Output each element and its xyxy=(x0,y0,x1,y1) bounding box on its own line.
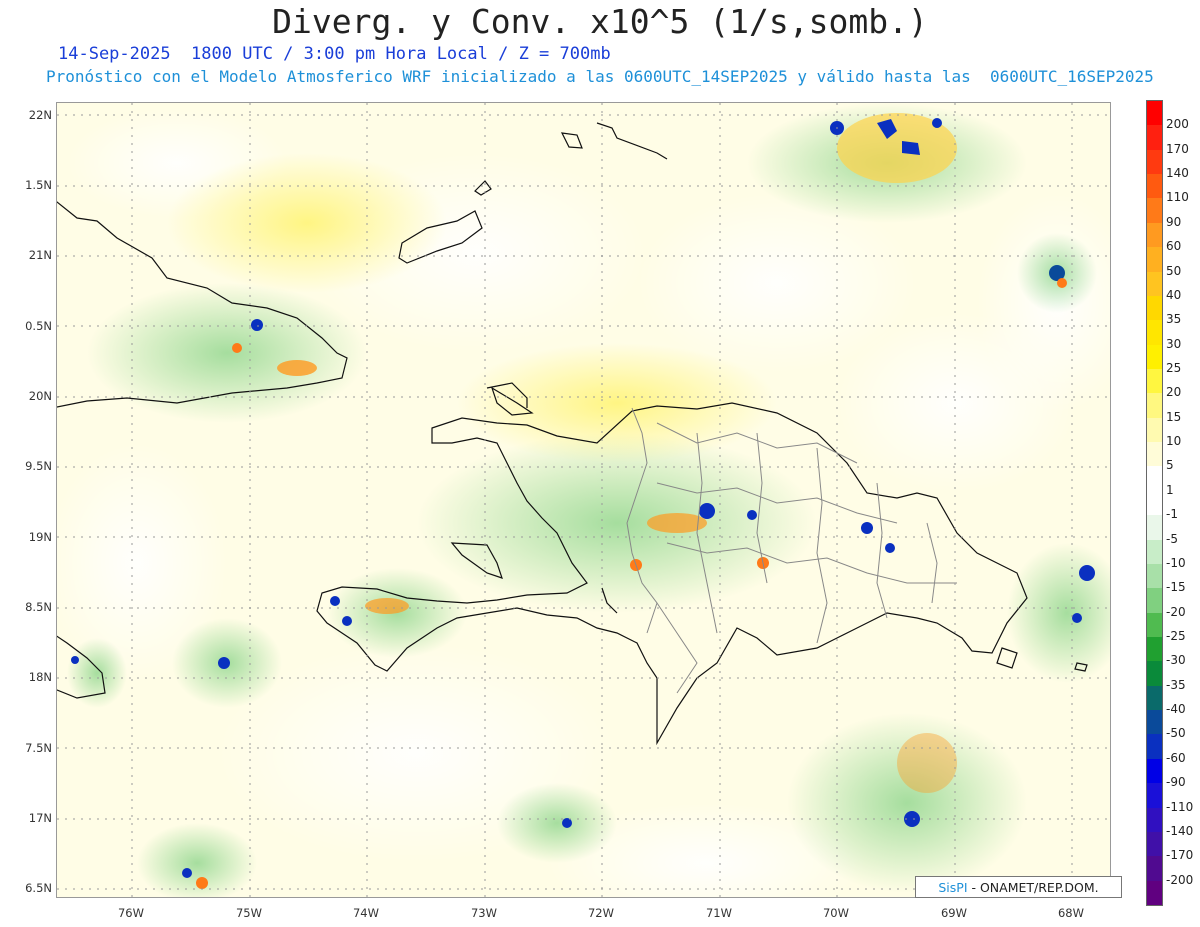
colorbar-swatch xyxy=(1147,807,1162,833)
lon-label: 76W xyxy=(117,906,144,920)
colorbar-tick-label: -110 xyxy=(1166,799,1194,814)
lat-label: 19N xyxy=(28,530,52,544)
lon-label: 69W xyxy=(940,906,967,920)
lon-label: 72W xyxy=(587,906,614,920)
colorbar-tick-label: -200 xyxy=(1166,872,1194,887)
colorbar-tick-label: 30 xyxy=(1166,336,1182,351)
colorbar-tick-label: 170 xyxy=(1166,141,1189,156)
credit-text: - ONAMET/REP.DOM. xyxy=(967,880,1099,895)
colorbar-tick-label: 40 xyxy=(1166,287,1182,302)
lon-label: 68W xyxy=(1057,906,1084,920)
colorbar-tick-label: -35 xyxy=(1166,677,1186,692)
colorbar-swatch xyxy=(1147,758,1162,784)
colorbar-tick-label: 1 xyxy=(1166,482,1174,497)
lat-label: 21N xyxy=(28,248,52,262)
brand-logo-text: SisPI xyxy=(938,880,968,895)
colorbar-swatch xyxy=(1147,369,1162,394)
lat-label: 17N xyxy=(28,811,52,825)
lon-label: 71W xyxy=(705,906,732,920)
colorbar-tick-label: -40 xyxy=(1166,702,1186,717)
colorbar-swatch xyxy=(1147,247,1162,273)
colorbar-tick-label: 10 xyxy=(1166,434,1182,449)
colorbar-swatch xyxy=(1147,734,1162,760)
map-title: Diverg. y Conv. x10^5 (1/s,somb.) xyxy=(272,2,928,41)
colorbar-tick-label: -20 xyxy=(1166,604,1186,619)
lat-label: 0.5N xyxy=(25,319,52,333)
colorbar-swatch xyxy=(1147,222,1162,248)
colorbar-swatch xyxy=(1147,783,1162,809)
colorbar-swatch xyxy=(1147,588,1162,614)
credit-box: SisPI - ONAMET/REP.DOM. xyxy=(915,876,1122,898)
divergence-map xyxy=(56,102,1111,898)
colorbar-tick-label: -140 xyxy=(1166,823,1194,838)
colorbar-tick-label: -15 xyxy=(1166,580,1186,595)
lat-label: 22N xyxy=(28,108,52,122)
colorbar-swatch xyxy=(1147,125,1162,151)
lon-label: 74W xyxy=(352,906,379,920)
colorbar-swatch xyxy=(1147,880,1162,906)
lat-label: 1.5N xyxy=(25,178,52,192)
colorbar-tick-label: -25 xyxy=(1166,629,1186,643)
lon-label: 73W xyxy=(470,906,497,920)
colorbar-tick-label: 110 xyxy=(1166,190,1189,205)
colorbar-swatch xyxy=(1147,637,1162,662)
colorbar-swatch xyxy=(1147,101,1162,126)
colorbar-swatch xyxy=(1147,661,1162,687)
colorbar-tick-label: 60 xyxy=(1166,239,1182,254)
colorbar-swatch xyxy=(1147,344,1162,370)
colorbar-swatch xyxy=(1147,539,1162,565)
colorbar-swatch xyxy=(1147,149,1162,175)
colorbar-tick-label: 20 xyxy=(1166,385,1182,400)
lat-label: 18N xyxy=(28,670,52,684)
colorbar-swatch xyxy=(1147,490,1162,516)
map-canvas xyxy=(57,103,1110,897)
lon-label: 70W xyxy=(822,906,849,920)
colorbar-tick-label: -90 xyxy=(1166,775,1186,790)
colorbar-swatch xyxy=(1147,515,1162,541)
colorbar-tick-label: -10 xyxy=(1166,555,1186,570)
colorbar-swatch xyxy=(1147,442,1162,467)
colorbar-swatch xyxy=(1147,198,1162,224)
colorbar-swatch xyxy=(1147,466,1162,492)
colorbar-tick-label: 15 xyxy=(1166,409,1182,424)
colorbar-tick-label: 50 xyxy=(1166,263,1182,278)
colorbar-tick-label: -50 xyxy=(1166,726,1186,741)
colorbar-swatch xyxy=(1147,393,1162,419)
lon-label: 75W xyxy=(235,906,262,920)
colorbar-tick-label: -5 xyxy=(1166,531,1178,546)
colorbar-swatch xyxy=(1147,295,1162,321)
colorbar-swatch xyxy=(1147,320,1162,346)
colorbar xyxy=(1146,100,1163,906)
lat-label: 6.5N xyxy=(25,881,52,895)
model-info-subtitle: Pronóstico con el Modelo Atmosferico WRF… xyxy=(46,67,1154,86)
colorbar-tick-label: -1 xyxy=(1166,507,1178,522)
colorbar-tick-label: 35 xyxy=(1166,312,1182,327)
lat-label: 20N xyxy=(28,389,52,403)
colorbar-tick-label: -170 xyxy=(1166,848,1194,863)
colorbar-swatch xyxy=(1147,271,1162,297)
lat-label: 9.5N xyxy=(25,459,52,473)
colorbar-swatch xyxy=(1147,685,1162,711)
colorbar-tick-label: 90 xyxy=(1166,214,1182,229)
colorbar-tick-label: 5 xyxy=(1166,458,1174,473)
lat-label: 8.5N xyxy=(25,600,52,614)
valid-time-subtitle: 14-Sep-2025 1800 UTC / 3:00 pm Hora Loca… xyxy=(58,44,611,64)
colorbar-tick-label: 200 xyxy=(1166,117,1189,132)
colorbar-tick-label: -60 xyxy=(1166,750,1186,765)
field-background xyxy=(57,103,1110,897)
colorbar-swatch xyxy=(1147,563,1162,589)
colorbar-tick-label: -30 xyxy=(1166,653,1186,668)
colorbar-swatch xyxy=(1147,174,1162,199)
colorbar-tick-label: 25 xyxy=(1166,361,1182,375)
colorbar-swatch xyxy=(1147,710,1162,735)
lat-label: 7.5N xyxy=(25,741,52,755)
colorbar-swatch xyxy=(1147,831,1162,857)
colorbar-tick-label: 140 xyxy=(1166,166,1189,181)
colorbar-swatch xyxy=(1147,612,1162,638)
colorbar-swatch xyxy=(1147,417,1162,443)
colorbar-swatch xyxy=(1147,856,1162,882)
